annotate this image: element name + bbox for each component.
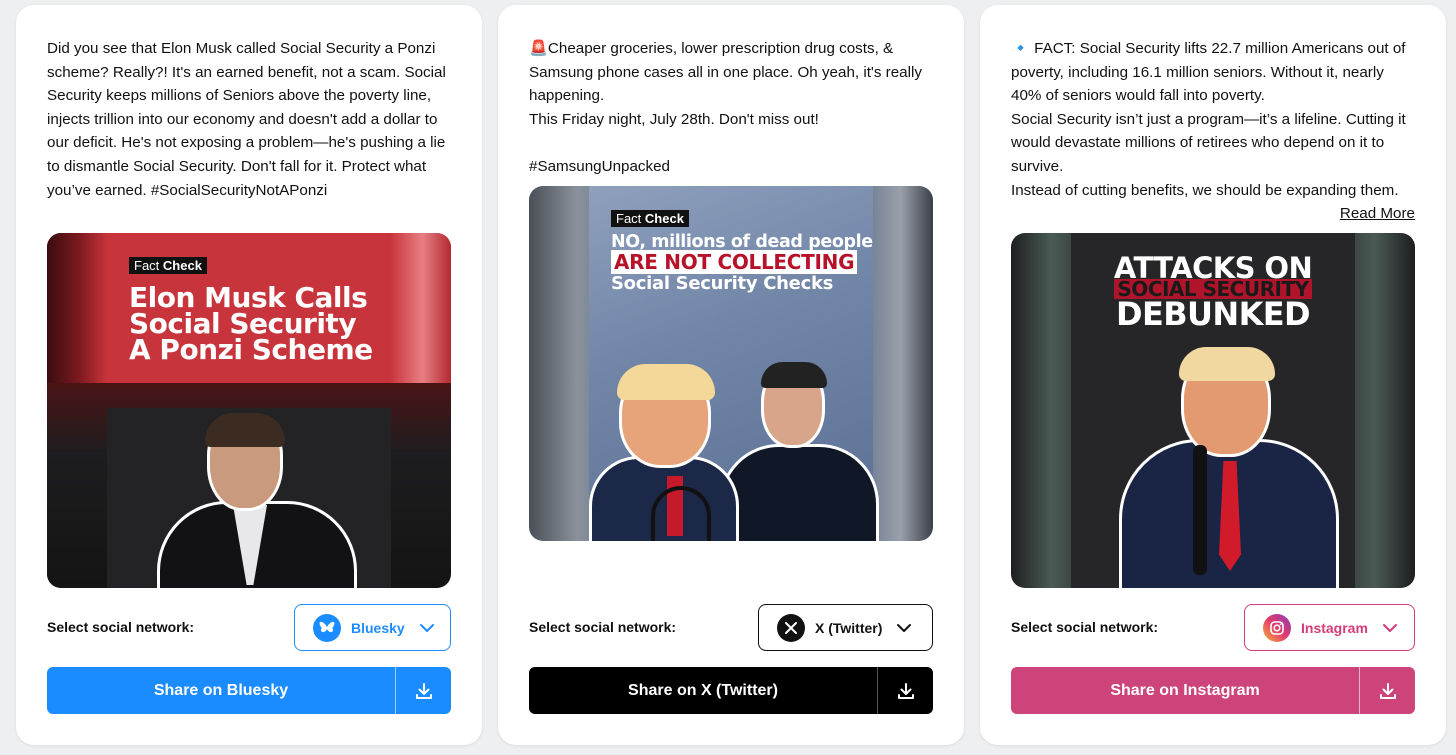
network-name: X (Twitter): [815, 619, 883, 636]
download-icon: [897, 682, 914, 699]
image-headline: Elon Musk Calls Social Security A Ponzi …: [129, 281, 373, 366]
network-name: Instagram: [1301, 619, 1368, 636]
download-icon: [415, 682, 432, 699]
share-button[interactable]: Share on Bluesky: [47, 667, 395, 714]
network-dropdown[interactable]: X (Twitter): [758, 604, 933, 651]
post-paragraph: This Friday night, July 28th. Don't miss…: [529, 110, 819, 128]
share-row: Share on Bluesky: [47, 667, 451, 714]
post-text: 🔹 FACT: Social Security lifts 22.7 milli…: [1011, 37, 1415, 226]
image-headline-line: DEBUNKED: [1116, 295, 1311, 333]
share-button[interactable]: Share on X (Twitter): [529, 667, 877, 714]
post-card-instagram: 🔹 FACT: Social Security lifts 22.7 milli…: [980, 5, 1446, 745]
person-figure: [719, 444, 879, 541]
share-row: Share on Instagram: [1011, 667, 1415, 714]
chevron-down-icon: [897, 623, 912, 632]
download-button[interactable]: [395, 667, 451, 714]
post-paragraph: [529, 131, 933, 155]
butterfly-icon: [313, 613, 341, 642]
image-headline-highlight: ARE NOT COLLECTING: [611, 250, 858, 274]
post-text: 🚨Cheaper groceries, lower prescription d…: [529, 37, 933, 179]
post-paragraph: Instead of cutting benefits, we should b…: [1011, 181, 1399, 199]
post-image: Fact Check NO, millions of dead people A…: [529, 186, 933, 541]
post-image: Fact Check Elon Musk Calls Social Securi…: [47, 233, 451, 588]
microphone-icon: [1193, 445, 1207, 575]
chevron-down-icon: [1382, 623, 1397, 632]
fact-check-badge: Fact Check: [611, 210, 689, 227]
select-network-label: Select social network:: [529, 619, 677, 635]
post-paragraph: 🔹 FACT: Social Security lifts 22.7 milli…: [1011, 40, 1406, 105]
download-button[interactable]: [1359, 667, 1415, 714]
fact-check-badge: Fact Check: [129, 257, 207, 274]
read-more-link[interactable]: Read More: [1333, 202, 1415, 226]
share-row: Share on X (Twitter): [529, 667, 933, 714]
select-network-label: Select social network:: [1011, 619, 1159, 635]
network-dropdown[interactable]: Instagram: [1244, 604, 1415, 651]
share-button[interactable]: Share on Instagram: [1011, 667, 1359, 714]
microphone-icon: [651, 486, 711, 541]
image-headline-line: NO, millions of dead people: [611, 232, 873, 252]
x-logo-icon: [777, 613, 805, 642]
post-hashtag: #SamsungUnpacked: [529, 157, 670, 175]
instagram-icon: [1263, 613, 1291, 642]
post-image: ATTACKS ON SOCIAL SECURITY DEBUNKED: [1011, 233, 1415, 588]
post-paragraph: Social Security isn’t just a program—it’…: [1011, 110, 1406, 175]
network-name: Bluesky: [351, 619, 405, 636]
network-dropdown[interactable]: Bluesky: [294, 604, 451, 651]
post-card-x: 🚨Cheaper groceries, lower prescription d…: [498, 5, 964, 745]
chevron-down-icon: [419, 623, 434, 632]
select-network-label: Select social network:: [47, 619, 195, 635]
post-card-bluesky: Did you see that Elon Musk called Social…: [16, 5, 482, 745]
post-paragraph: Did you see that Elon Musk called Social…: [47, 40, 446, 199]
download-icon: [1379, 682, 1396, 699]
post-text: Did you see that Elon Musk called Social…: [47, 37, 451, 202]
post-paragraph: 🚨Cheaper groceries, lower prescription d…: [529, 40, 922, 105]
download-button[interactable]: [877, 667, 933, 714]
image-headline-line: Social Security Checks: [611, 273, 834, 294]
